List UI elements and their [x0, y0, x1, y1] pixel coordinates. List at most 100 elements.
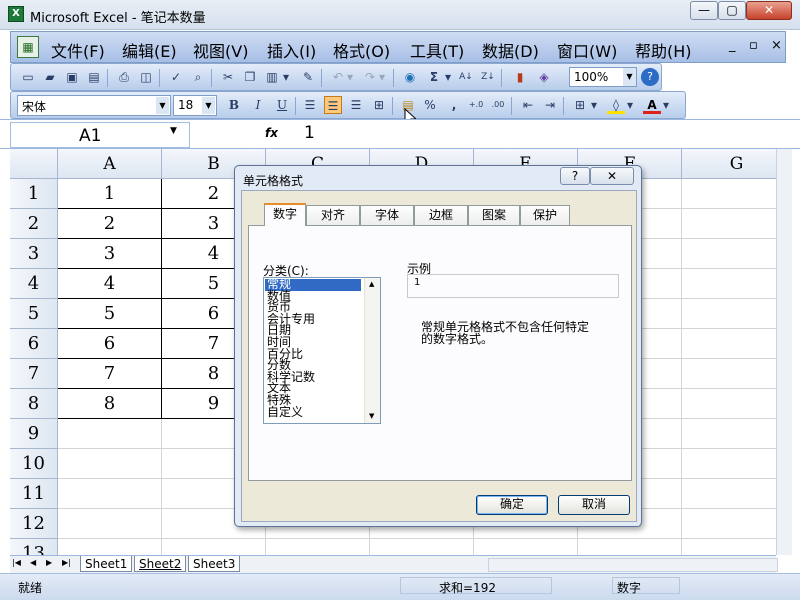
- tab-patterns[interactable]: 图案: [468, 205, 520, 226]
- italic-button[interactable]: I: [249, 96, 267, 114]
- workbook-close-button[interactable]: ×: [771, 38, 782, 53]
- font-color-dropdown-icon[interactable]: ▾: [661, 96, 671, 114]
- merge-center-icon[interactable]: ⊞: [370, 96, 388, 114]
- tab-border[interactable]: 边框: [414, 205, 468, 226]
- fill-color-dropdown-icon[interactable]: ▾: [625, 96, 635, 114]
- menu-data[interactable]: 数据(D): [482, 38, 539, 62]
- cell[interactable]: 3: [58, 239, 162, 269]
- zoom-dropdown-icon[interactable]: ▼: [623, 68, 636, 86]
- cell[interactable]: [266, 539, 370, 555]
- column-header[interactable]: A: [58, 149, 162, 179]
- paste-dropdown-icon[interactable]: ▾: [281, 68, 291, 86]
- row-header[interactable]: 7: [10, 359, 58, 389]
- row-header[interactable]: 1: [10, 179, 58, 209]
- cell[interactable]: 2: [58, 209, 162, 239]
- tab-font[interactable]: 字体: [360, 205, 414, 226]
- cell[interactable]: [58, 419, 162, 449]
- menu-format[interactable]: 格式(O): [333, 38, 390, 62]
- tab-number[interactable]: 数字: [264, 203, 306, 226]
- menu-window[interactable]: 窗口(W): [557, 38, 617, 62]
- decrease-indent-icon[interactable]: ⇤: [519, 96, 537, 114]
- select-all-corner[interactable]: [10, 149, 58, 179]
- workbook-icon[interactable]: ▦: [17, 36, 39, 58]
- permission-icon[interactable]: ▤: [85, 68, 103, 86]
- tab-protection[interactable]: 保护: [520, 205, 570, 226]
- cell[interactable]: [58, 539, 162, 555]
- cancel-button[interactable]: 取消: [558, 495, 630, 515]
- row-header[interactable]: 8: [10, 389, 58, 419]
- horizontal-scrollbar[interactable]: [488, 558, 778, 572]
- font-color-icon[interactable]: A: [643, 96, 661, 114]
- fill-color-icon[interactable]: ◊: [607, 96, 625, 114]
- borders-icon[interactable]: ⊞: [571, 96, 589, 114]
- underline-button[interactable]: U: [273, 96, 291, 114]
- paste-icon[interactable]: ▥: [263, 68, 281, 86]
- cell[interactable]: 1: [58, 179, 162, 209]
- comma-button[interactable]: ,: [445, 96, 463, 114]
- redo-dropdown-icon[interactable]: ▾: [377, 68, 387, 86]
- category-list[interactable]: ▲ ▼ 常规 数值 货币 会计专用 日期 时间 百分比 分数 科学记数 文本 特殊 自定义: [263, 277, 381, 424]
- row-header[interactable]: 10: [10, 449, 58, 479]
- row-header[interactable]: 11: [10, 479, 58, 509]
- first-sheet-icon[interactable]: |◀: [12, 558, 21, 567]
- cell[interactable]: [58, 479, 162, 509]
- increase-indent-icon[interactable]: ⇥: [541, 96, 559, 114]
- row-header[interactable]: 9: [10, 419, 58, 449]
- cell[interactable]: [578, 539, 682, 555]
- research-icon[interactable]: ⌕: [189, 68, 207, 86]
- open-icon[interactable]: ▰: [41, 68, 59, 86]
- print-icon[interactable]: ⎙: [115, 68, 133, 86]
- next-sheet-icon[interactable]: ▶: [46, 558, 52, 567]
- cell[interactable]: [162, 539, 266, 555]
- new-icon[interactable]: ▭: [19, 68, 37, 86]
- maximize-button[interactable]: ▢: [718, 1, 746, 20]
- scroll-up-icon[interactable]: ▲: [369, 280, 374, 288]
- formula-input[interactable]: 1: [304, 123, 315, 143]
- undo-dropdown-icon[interactable]: ▾: [345, 68, 355, 86]
- cell[interactable]: 6: [58, 329, 162, 359]
- name-box[interactable]: A1: [10, 122, 190, 148]
- workbook-minimize-button[interactable]: _: [729, 38, 736, 53]
- row-header[interactable]: 13: [10, 539, 58, 555]
- sort-ascending-icon[interactable]: A↓: [457, 68, 475, 86]
- font-name-box[interactable]: 宋体 ▼: [17, 95, 171, 116]
- row-header[interactable]: 3: [10, 239, 58, 269]
- last-sheet-icon[interactable]: ▶|: [62, 558, 71, 567]
- sheet-tab-1[interactable]: Sheet1: [80, 556, 133, 572]
- cell[interactable]: 4: [58, 269, 162, 299]
- category-list-scrollbar[interactable]: ▲ ▼: [364, 278, 380, 423]
- previous-sheet-icon[interactable]: ◀: [30, 558, 36, 567]
- cell[interactable]: [58, 509, 162, 539]
- vertical-scrollbar[interactable]: [776, 149, 792, 555]
- insert-function-icon[interactable]: fx: [265, 126, 278, 140]
- font-size-dropdown-icon[interactable]: ▼: [202, 97, 215, 114]
- tab-alignment[interactable]: 对齐: [306, 205, 360, 226]
- format-painter-icon[interactable]: ✎: [299, 68, 317, 86]
- excel-app-icon[interactable]: X: [8, 6, 24, 22]
- font-name-dropdown-icon[interactable]: ▼: [156, 97, 169, 114]
- hyperlink-icon[interactable]: ◉: [401, 68, 419, 86]
- name-box-dropdown-icon[interactable]: ▼: [170, 126, 177, 136]
- row-header[interactable]: 12: [10, 509, 58, 539]
- borders-dropdown-icon[interactable]: ▾: [589, 96, 599, 114]
- align-left-icon[interactable]: ☰: [301, 96, 319, 114]
- cell[interactable]: [474, 539, 578, 555]
- autosum-icon[interactable]: Σ: [425, 68, 443, 86]
- decrease-decimal-icon[interactable]: .00: [489, 96, 507, 114]
- menu-insert[interactable]: 插入(I): [267, 38, 316, 62]
- dialog-close-button[interactable]: ✕: [590, 167, 634, 185]
- menu-view[interactable]: 视图(V): [193, 38, 248, 62]
- increase-decimal-icon[interactable]: +.0: [467, 96, 485, 114]
- sheet-tab-2[interactable]: Sheet2: [134, 556, 187, 572]
- help-icon[interactable]: ?: [641, 68, 659, 86]
- menu-help[interactable]: 帮助(H): [635, 38, 692, 62]
- bold-button[interactable]: B: [225, 96, 243, 114]
- align-right-icon[interactable]: ☰: [347, 96, 365, 114]
- cell[interactable]: [58, 449, 162, 479]
- menu-edit[interactable]: 编辑(E): [122, 38, 177, 62]
- close-button[interactable]: ✕: [746, 1, 792, 20]
- category-item[interactable]: 自定义: [265, 406, 305, 419]
- autosum-dropdown-icon[interactable]: ▾: [443, 68, 453, 86]
- cell[interactable]: 8: [58, 389, 162, 419]
- chart-wizard-icon[interactable]: ▮: [511, 68, 529, 86]
